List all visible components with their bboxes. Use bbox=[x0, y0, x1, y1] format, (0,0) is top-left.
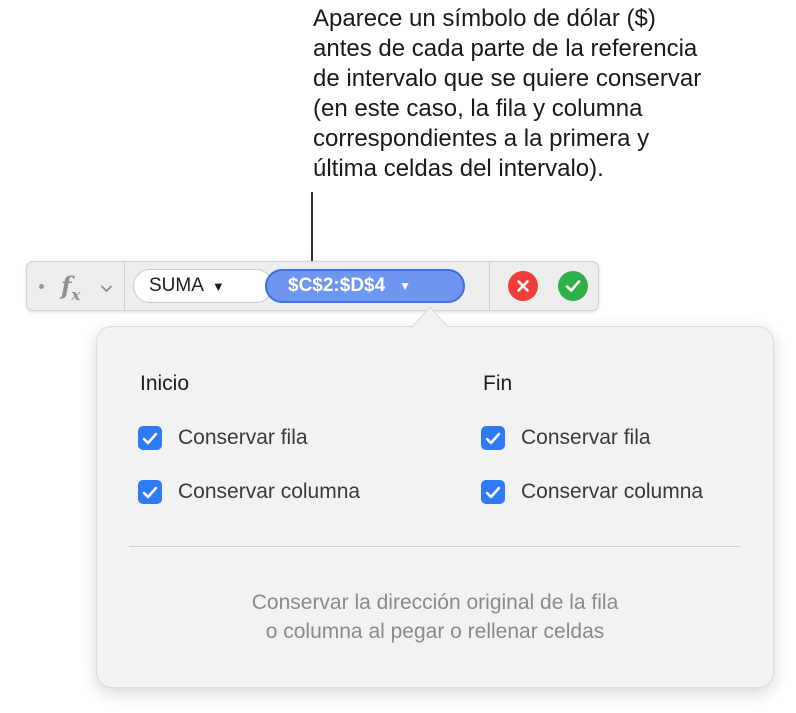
close-icon bbox=[517, 280, 529, 292]
start-preserve-column-checkbox[interactable] bbox=[138, 480, 162, 504]
popover-pointer bbox=[412, 306, 448, 332]
end-preserve-row-option[interactable]: Conservar fila bbox=[481, 426, 651, 450]
toolbar-divider bbox=[124, 262, 125, 310]
option-label: Conservar fila bbox=[521, 426, 651, 449]
checkmark-icon bbox=[565, 280, 581, 292]
range-reference-token[interactable]: $C$2:$D$4 ▼ bbox=[265, 269, 465, 303]
checkmark-icon bbox=[485, 432, 501, 444]
cancel-button[interactable] bbox=[508, 271, 538, 301]
option-label: Conservar columna bbox=[521, 480, 704, 503]
option-label: Conservar fila bbox=[178, 426, 308, 449]
function-fx-icon[interactable]: fx bbox=[61, 271, 80, 304]
function-token-suma[interactable]: SUMA ▼ bbox=[133, 269, 273, 303]
option-label: Conservar columna bbox=[178, 480, 361, 503]
callout-text: Aparece un símbolo de dólar ($) antes de… bbox=[313, 4, 793, 184]
function-token-label: SUMA bbox=[149, 275, 204, 296]
description-line: o columna al pegar o rellenar celdas bbox=[265, 620, 605, 643]
checkmark-icon bbox=[142, 486, 158, 498]
callout-line: Aparece un símbolo de dólar ($) bbox=[313, 5, 656, 32]
triangle-down-icon: ▼ bbox=[211, 278, 225, 294]
start-preserve-row-option[interactable]: Conservar fila bbox=[138, 426, 308, 450]
start-section-title: Inicio bbox=[140, 372, 190, 395]
popover-description: Conservar la dirección original de la fi… bbox=[97, 588, 773, 646]
start-preserve-column-option[interactable]: Conservar columna bbox=[138, 480, 360, 504]
end-preserve-column-checkbox[interactable] bbox=[481, 480, 505, 504]
drag-handle-icon[interactable] bbox=[39, 284, 44, 289]
range-reference-label: $C$2:$D$4 bbox=[288, 275, 386, 296]
end-preserve-column-option[interactable]: Conservar columna bbox=[481, 480, 703, 504]
checkmark-icon bbox=[485, 486, 501, 498]
end-preserve-row-checkbox[interactable] bbox=[481, 426, 505, 450]
triangle-down-icon: ▼ bbox=[399, 279, 412, 293]
range-preserve-popover: Inicio Conservar fila Conservar columna … bbox=[96, 326, 774, 688]
description-line: Conservar la dirección original de la fi… bbox=[251, 591, 619, 614]
accept-button[interactable] bbox=[558, 271, 588, 301]
callout-line: de intervalo que se quiere conservar bbox=[313, 65, 702, 92]
chevron-down-icon[interactable] bbox=[101, 280, 112, 298]
callout-line: antes de cada parte de la referencia bbox=[313, 35, 698, 62]
checkmark-icon bbox=[142, 432, 158, 444]
start-preserve-row-checkbox[interactable] bbox=[138, 426, 162, 450]
callout-line: (en este caso, la fila y columna bbox=[313, 95, 643, 122]
popover-separator bbox=[129, 546, 740, 547]
formula-editor-bar: fx SUMA ▼ $C$2:$D$4 ▼ bbox=[26, 261, 599, 311]
end-section-title: Fin bbox=[483, 372, 513, 395]
callout-line: última celdas del intervalo). bbox=[313, 155, 604, 182]
callout-line: correspondientes a la primera y bbox=[313, 125, 650, 152]
toolbar-divider bbox=[489, 262, 490, 310]
